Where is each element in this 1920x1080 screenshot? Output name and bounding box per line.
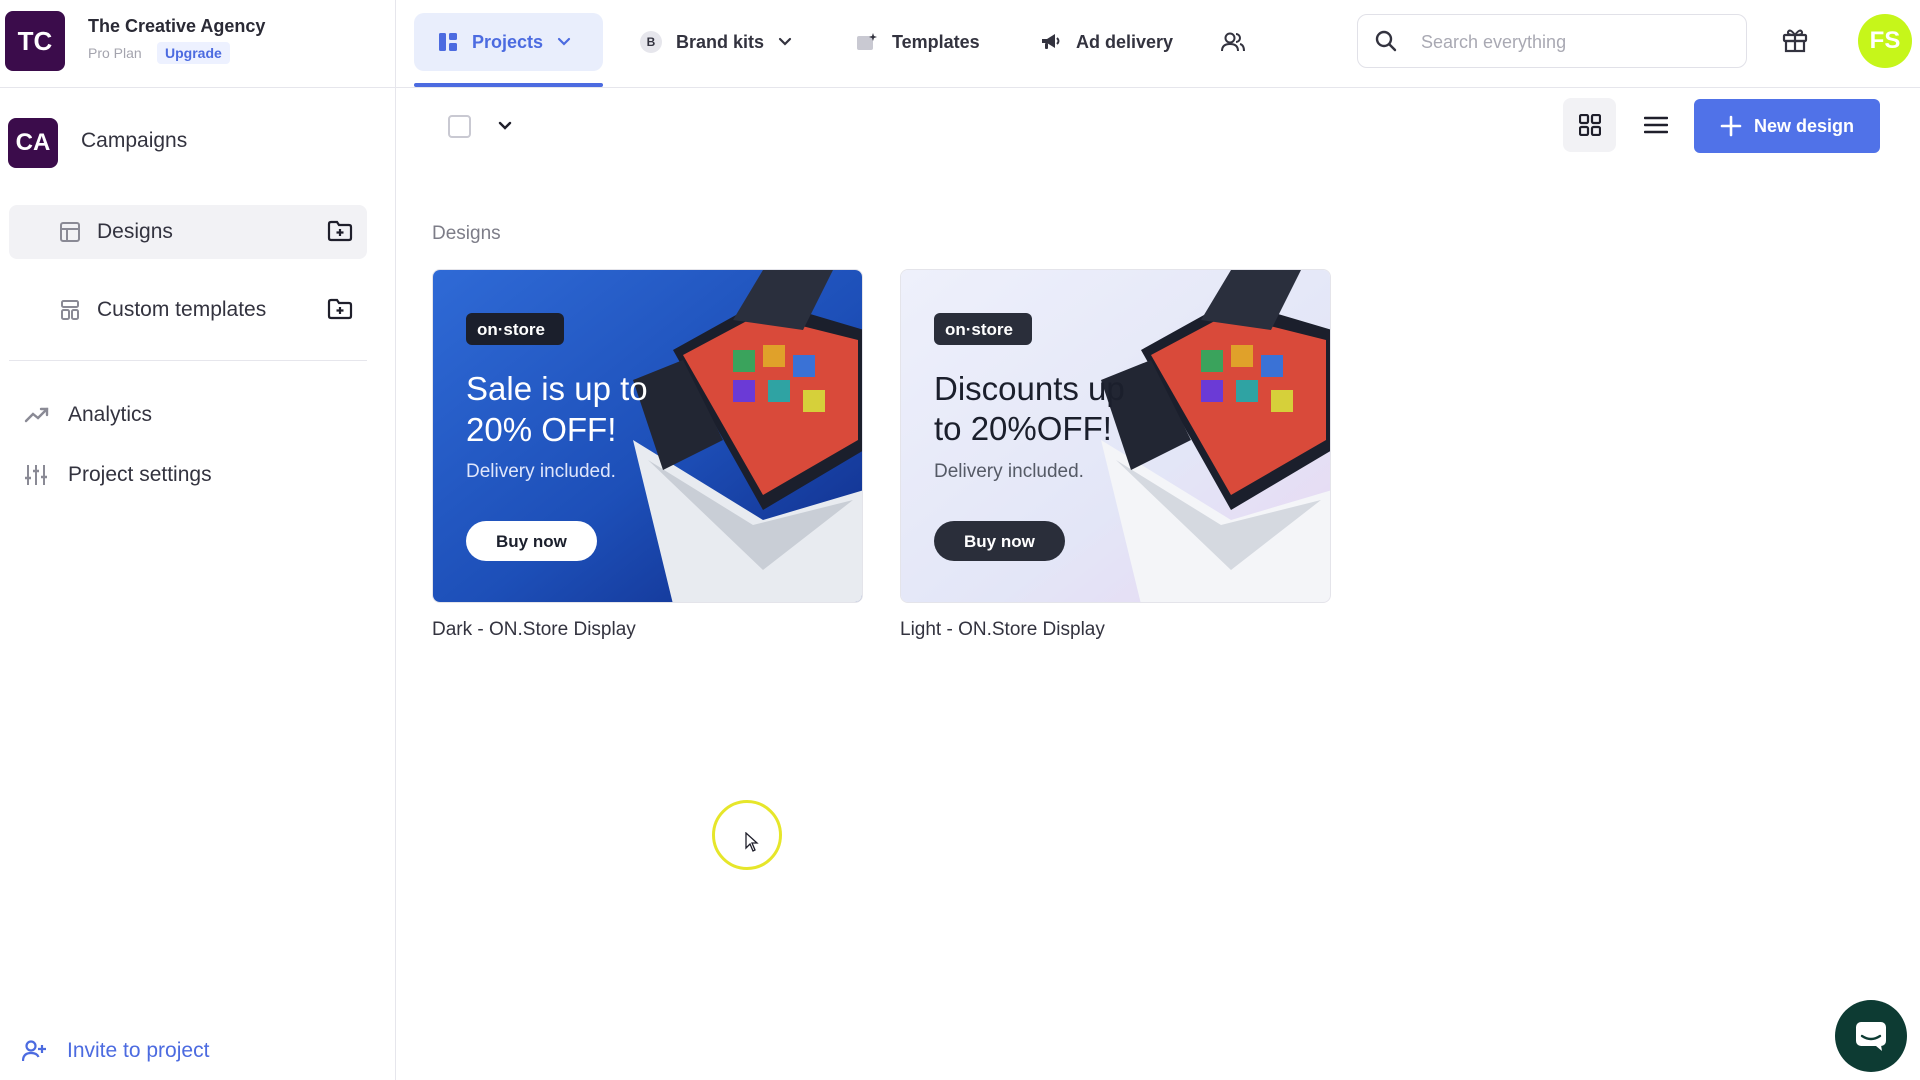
org-name: The Creative Agency <box>88 16 266 36</box>
chevron-down-icon <box>557 37 571 47</box>
grid-view-button[interactable] <box>1563 98 1616 152</box>
headline-line-2: to 20%OFF! <box>934 410 1112 447</box>
gift-icon[interactable] <box>1781 26 1809 54</box>
layout-icon <box>59 221 81 243</box>
users-icon <box>1220 31 1246 53</box>
new-design-button[interactable]: New design <box>1694 99 1880 153</box>
tab-projects-label: Projects <box>472 31 544 52</box>
subline: Delivery included. <box>466 461 616 482</box>
sliders-icon <box>24 463 48 487</box>
add-folder-icon[interactable] <box>327 297 353 321</box>
cta-label: Buy now <box>964 532 1036 551</box>
grid-icon <box>1578 114 1601 136</box>
upgrade-button[interactable]: Upgrade <box>157 42 230 64</box>
projects-icon <box>438 32 458 52</box>
sidebar-item-custom-templates[interactable]: Custom templates <box>9 283 367 337</box>
list-icon <box>1643 115 1668 135</box>
design-name[interactable]: Dark - ON.Store Display <box>432 619 636 641</box>
brand-logo: on·store <box>477 320 545 339</box>
sidebar-item-designs[interactable]: Designs <box>9 205 367 259</box>
subline: Delivery included. <box>934 461 1084 482</box>
org-switcher[interactable]: TC The Creative Agency Pro Plan Upgrade <box>0 0 396 88</box>
trend-up-icon <box>24 405 50 425</box>
section-title: Designs <box>432 223 501 244</box>
cta-label: Buy now <box>496 532 568 551</box>
invite-to-project-button[interactable]: Invite to project <box>22 1036 209 1066</box>
active-tab-indicator <box>414 83 603 87</box>
add-user-icon <box>22 1039 48 1063</box>
tab-brand-kits-label: Brand kits <box>676 31 765 52</box>
sidebar-link-label: Project settings <box>68 463 212 486</box>
tab-templates[interactable]: Templates <box>832 13 1004 71</box>
team-button[interactable] <box>1196 13 1270 71</box>
search-icon <box>1374 29 1398 53</box>
user-avatar[interactable]: FS <box>1858 14 1912 68</box>
plus-icon <box>1720 115 1742 137</box>
tab-ad-delivery[interactable]: Ad delivery <box>1016 13 1197 71</box>
search-box[interactable] <box>1357 14 1747 68</box>
sidebar-item-label: Designs <box>97 220 173 243</box>
chevron-down-icon <box>778 37 792 47</box>
tab-brand-kits[interactable]: B Brand kits <box>616 13 816 71</box>
templates-layout-icon <box>59 299 81 321</box>
plan-label: Pro Plan <box>88 45 142 61</box>
invite-label: Invite to project <box>67 1039 210 1062</box>
tab-projects[interactable]: Projects <box>414 13 603 71</box>
templates-icon <box>856 32 878 52</box>
brand-kit-icon: B <box>640 31 662 53</box>
select-all-checkbox[interactable] <box>448 115 471 138</box>
design-thumbnail: on·store Discounts up to 20%OFF! Deliver… <box>901 270 1330 602</box>
chat-icon <box>1854 1020 1888 1052</box>
project-name[interactable]: Campaigns <box>81 129 187 153</box>
sidebar-link-analytics[interactable]: Analytics <box>24 400 152 430</box>
brand-logo: on·store <box>945 320 1013 339</box>
list-view-button[interactable] <box>1629 98 1682 152</box>
design-card-light[interactable]: on·store Discounts up to 20%OFF! Deliver… <box>900 269 1331 603</box>
design-name[interactable]: Light - ON.Store Display <box>900 619 1105 641</box>
tab-ad-delivery-label: Ad delivery <box>1076 31 1174 52</box>
cursor-icon <box>745 832 759 852</box>
search-input[interactable] <box>1421 27 1721 57</box>
tab-templates-label: Templates <box>892 31 980 52</box>
sidebar: CA Campaigns Designs Custom templates An… <box>0 88 396 1080</box>
design-card-dark[interactable]: on·store Sale is up to 20% OFF! Delivery… <box>432 269 863 603</box>
megaphone-icon <box>1040 32 1062 52</box>
sidebar-item-label: Custom templates <box>97 298 267 321</box>
new-design-label: New design <box>1753 115 1855 136</box>
sidebar-link-label: Analytics <box>68 403 153 426</box>
chat-button[interactable] <box>1835 1000 1907 1072</box>
add-folder-icon[interactable] <box>327 219 353 243</box>
headline-line-1: Discounts up <box>934 370 1125 407</box>
top-bar: TC The Creative Agency Pro Plan Upgrade … <box>0 0 1920 88</box>
org-avatar[interactable]: TC <box>5 11 65 71</box>
sidebar-link-project-settings[interactable]: Project settings <box>24 460 212 490</box>
chevron-down-icon[interactable] <box>497 119 513 133</box>
sidebar-divider <box>9 360 367 361</box>
headline-line-1: Sale is up to <box>466 370 648 407</box>
project-avatar[interactable]: CA <box>8 118 58 168</box>
design-thumbnail: on·store Sale is up to 20% OFF! Delivery… <box>433 270 862 602</box>
headline-line-2: 20% OFF! <box>466 411 616 448</box>
